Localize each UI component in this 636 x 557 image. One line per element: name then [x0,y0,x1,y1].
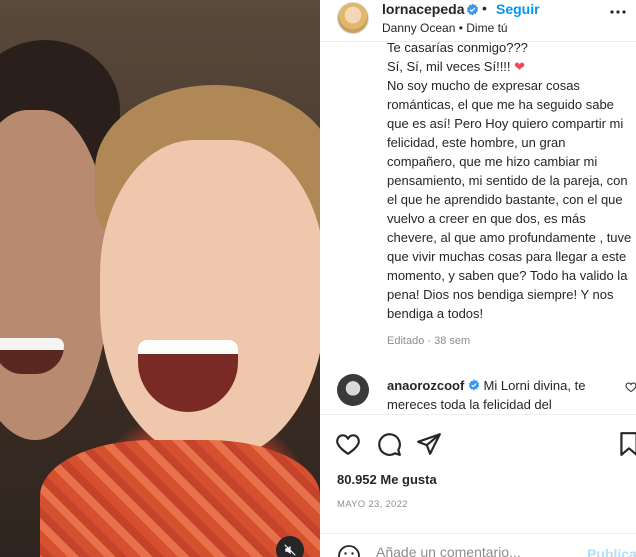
like-count[interactable]: 80.952 Me gusta [337,472,437,487]
caption-body: No soy mucho de expresar cosas romántica… [387,78,632,321]
red-heart-emoji: ❤ [514,59,526,74]
commenter-avatar[interactable] [337,374,369,406]
post-actions: 80.952 Me gusta MAYO 23, 2022 Publicar [320,414,636,557]
post-caption: Te casarías conmigo??? Sí, Sí, mil veces… [387,38,632,356]
photo-orange-shirt [40,440,320,557]
mute-icon [284,544,296,556]
share-icon[interactable] [416,431,442,457]
post-date: MAYO 23, 2022 [337,499,408,510]
more-options-icon[interactable] [606,0,630,24]
avatar[interactable] [337,2,369,34]
publish-button[interactable]: Publicar [587,546,636,557]
audio-track[interactable]: Danny Ocean • Dime tú [382,21,508,35]
comment-username[interactable]: anaorozcoof [387,378,464,393]
photo-woman-face [100,140,320,460]
follow-button[interactable]: Seguir [496,1,540,17]
post-header: lornacepeda • Seguir Danny Ocean • Dime … [320,0,636,42]
verified-badge-icon [468,379,480,391]
bookmark-icon[interactable] [616,431,636,457]
separator-dot: • [482,0,487,16]
comment-input[interactable] [376,544,576,557]
post-username[interactable]: lornacepeda [382,1,464,17]
caption-line: Sí, Sí, mil veces Sí!!!! ❤ [387,59,526,74]
post-side-panel: Te casarías conmigo??? Sí, Sí, mil veces… [320,0,636,557]
comment-like-heart-icon[interactable] [625,381,636,393]
edited-timestamp: Editado · 38 sem [387,335,471,347]
emoji-icon[interactable] [337,544,361,557]
comment: anaorozcoof Mi Lorni divina, te mereces … [387,376,617,414]
mute-button[interactable] [276,536,304,557]
verified-badge-icon [466,3,479,16]
comment-icon[interactable] [376,431,402,457]
post-media-video[interactable] [0,0,320,557]
heart-icon[interactable] [335,431,361,457]
add-comment-row: Publicar [320,533,636,557]
